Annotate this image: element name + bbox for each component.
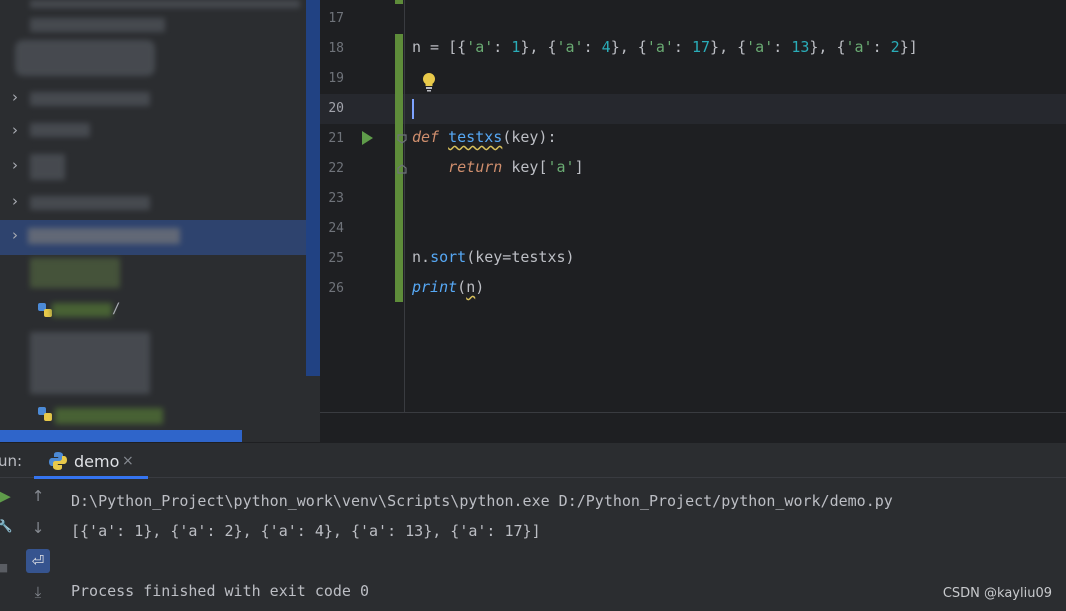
- code-line-current[interactable]: 20: [320, 94, 1066, 124]
- tree-scrollbar[interactable]: [306, 0, 320, 376]
- line-number: 18: [328, 41, 344, 56]
- code-line[interactable]: 23: [320, 184, 1066, 214]
- fold-end-icon[interactable]: [397, 164, 407, 174]
- wrench-icon[interactable]: 🔧: [0, 515, 16, 537]
- run-tab-label: demo: [74, 452, 120, 471]
- run-panel: un: demo × ▶ ↑ 🔧 ↓ ■ ⏎ ⤓ D:\Python_Proje…: [0, 442, 1066, 611]
- code-line[interactable]: 25 n.sort(key=testxs): [320, 244, 1066, 274]
- soft-wrap-icon[interactable]: ⏎: [26, 549, 50, 573]
- close-icon[interactable]: ×: [122, 453, 134, 469]
- python-icon: [49, 452, 67, 470]
- active-tab-indicator: [34, 476, 148, 479]
- code-text: print(n): [412, 278, 485, 296]
- text-caret: [412, 99, 414, 119]
- fold-icon[interactable]: [397, 134, 407, 144]
- lightbulb-icon[interactable]: [421, 72, 437, 92]
- file-suffix: /: [112, 301, 121, 317]
- code-line[interactable]: 24: [320, 214, 1066, 244]
- chevron-right-icon[interactable]: ›: [12, 226, 28, 246]
- stop-icon[interactable]: ■: [0, 557, 14, 579]
- console-line: D:\Python_Project\python_work\venv\Scrip…: [71, 492, 893, 510]
- code-line[interactable]: 22 return key['a']: [320, 154, 1066, 184]
- code-text: n = [{'a': 1}, {'a': 4}, {'a': 17}, {'a'…: [412, 38, 918, 56]
- tree-blur: [30, 332, 150, 394]
- python-file-icon: [38, 303, 52, 317]
- line-number: 19: [328, 71, 344, 86]
- tree-row-label: [30, 154, 65, 180]
- tree-blur: [30, 258, 120, 288]
- editor-footer: [320, 412, 1066, 443]
- code-line[interactable]: 18 n = [{'a': 1}, {'a': 4}, {'a': 17}, {…: [320, 34, 1066, 64]
- tree-blur: [55, 408, 163, 424]
- tree-row-label: [30, 196, 150, 210]
- code-text: def testxs(key):: [412, 128, 557, 146]
- line-number: 20: [328, 101, 344, 116]
- run-panel-title: un:: [0, 452, 23, 470]
- line-number: 22: [328, 161, 344, 176]
- line-number: 25: [328, 251, 344, 266]
- run-gutter-icon[interactable]: [362, 131, 373, 145]
- arrow-up-icon[interactable]: ↑: [27, 485, 49, 507]
- tree-blur: [30, 18, 165, 32]
- code-text: return key['a']: [448, 158, 584, 176]
- code-line[interactable]: 17: [320, 4, 1066, 34]
- console-line: Process finished with exit code 0: [71, 582, 370, 600]
- tree-row-label: [30, 123, 90, 137]
- python-file-icon: [38, 407, 52, 421]
- tree-row[interactable]: ›: [0, 186, 306, 221]
- scroll-to-end-icon[interactable]: ⤓: [27, 581, 49, 603]
- chevron-right-icon[interactable]: ›: [12, 156, 28, 176]
- tree-blur: [52, 303, 112, 317]
- run-tab-demo[interactable]: demo ×: [34, 445, 148, 479]
- rerun-icon[interactable]: ▶: [0, 485, 16, 507]
- tree-row[interactable]: ›: [0, 115, 306, 150]
- watermark: CSDN @kayliu09: [942, 586, 1052, 601]
- chevron-right-icon[interactable]: ›: [12, 192, 28, 212]
- line-number: 17: [328, 11, 344, 26]
- tree-selection-bar: [0, 430, 242, 442]
- line-number: 26: [328, 281, 344, 296]
- console-line: [{'a': 1}, {'a': 2}, {'a': 4}, {'a': 13}…: [71, 522, 541, 540]
- console-output[interactable]: D:\Python_Project\python_work\venv\Scrip…: [71, 486, 893, 606]
- line-number: 24: [328, 221, 344, 236]
- tree-row-selected[interactable]: ›: [0, 220, 306, 255]
- run-panel-header: un: demo ×: [0, 443, 1066, 479]
- project-tree: › › › › › /: [0, 0, 320, 442]
- code-line[interactable]: 26 print(n): [320, 274, 1066, 304]
- code-text: n.sort(key=testxs): [412, 248, 575, 266]
- tree-blur: [30, 0, 300, 8]
- tree-row-label: [30, 92, 150, 106]
- arrow-down-icon[interactable]: ↓: [27, 517, 49, 539]
- chevron-right-icon[interactable]: ›: [12, 121, 28, 141]
- line-number: 21: [328, 131, 344, 146]
- tree-blur: [15, 40, 155, 76]
- tree-row-label: [28, 228, 180, 244]
- chevron-right-icon[interactable]: ›: [12, 88, 28, 108]
- line-number: 23: [328, 191, 344, 206]
- tree-row[interactable]: ›: [0, 150, 306, 185]
- code-line[interactable]: 21 def testxs(key):: [320, 124, 1066, 154]
- tree-row[interactable]: ›: [0, 82, 306, 117]
